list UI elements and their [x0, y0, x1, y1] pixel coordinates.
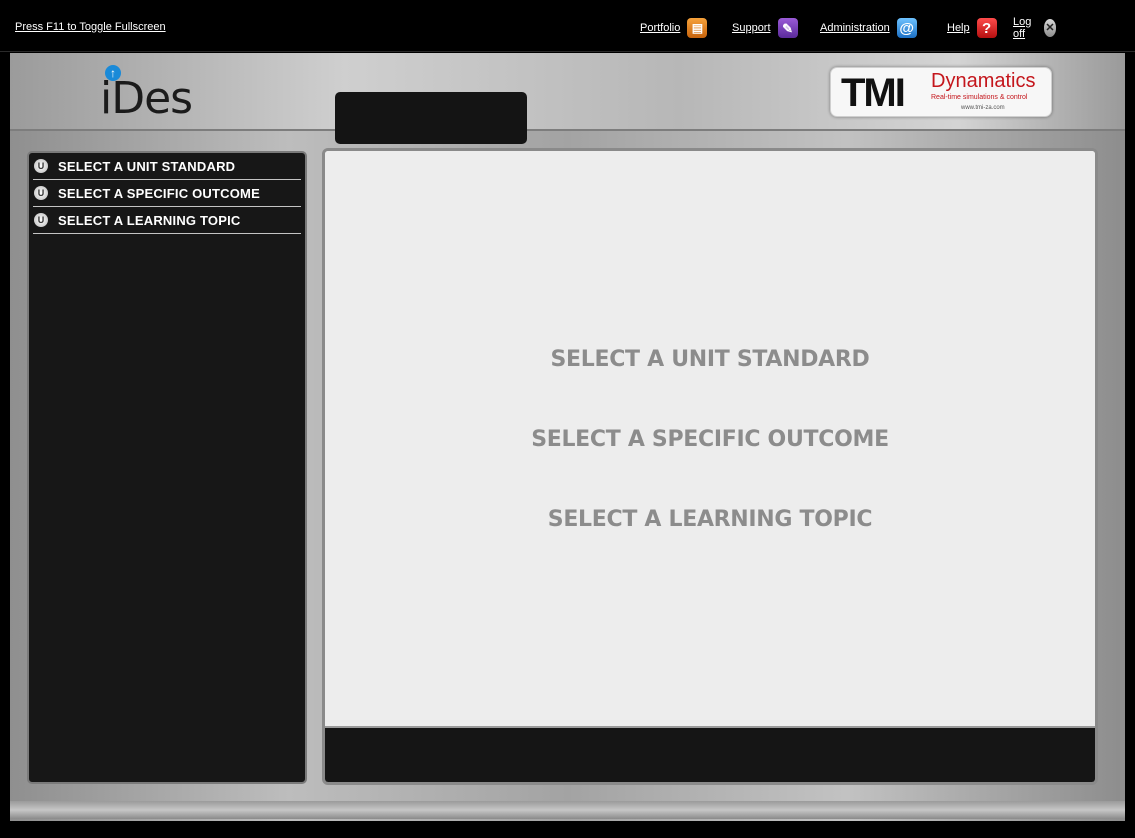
nav-administration-label[interactable]: Administration	[820, 22, 890, 34]
nav-help[interactable]: Help ?	[947, 16, 997, 40]
at-sign-icon[interactable]: @	[896, 18, 917, 38]
sidebar-item-unit-standard[interactable]: U SELECT A UNIT STANDARD	[33, 153, 301, 180]
sidebar-item-label: SELECT A SPECIFIC OUTCOME	[58, 185, 260, 201]
fullscreen-toggle-link[interactable]: Press F11 to Toggle Fullscreen	[15, 21, 166, 33]
menu-bullet-icon: U	[34, 213, 48, 227]
prompt-unit-standard[interactable]: SELECT A UNIT STANDARD	[325, 347, 1095, 372]
selection-sidebar: U SELECT A UNIT STANDARD U SELECT A SPEC…	[27, 151, 307, 784]
portfolio-icon[interactable]: ▤	[687, 18, 708, 38]
ides-logo: iDes ↑	[98, 65, 248, 124]
header-band: iDes ↑ TMI Dynamatics Real-time simulati…	[10, 53, 1125, 131]
main-content-panel: SELECT A UNIT STANDARD SELECT A SPECIFIC…	[322, 148, 1098, 785]
top-bar: Press F11 to Toggle Fullscreen Portfolio…	[0, 0, 1135, 52]
nav-portfolio-label[interactable]: Portfolio	[640, 22, 680, 34]
sidebar-item-learning-topic[interactable]: U SELECT A LEARNING TOPIC	[33, 207, 301, 234]
nav-logoff[interactable]: Log off ✕	[1013, 16, 1057, 40]
sidebar-item-specific-outcome[interactable]: U SELECT A SPECIFIC OUTCOME	[33, 180, 301, 207]
header-tab-placeholder	[335, 92, 527, 144]
tmi-logo-name: Dynamatics	[931, 70, 1036, 92]
sidebar-item-label: SELECT A UNIT STANDARD	[58, 158, 236, 174]
main-footer-bar	[325, 726, 1095, 782]
nav-administration[interactable]: Administration @	[820, 16, 917, 40]
help-icon[interactable]: ?	[976, 18, 997, 38]
app-frame: iDes ↑ TMI Dynamatics Real-time simulati…	[10, 53, 1125, 821]
tmi-logo-mark: TMI	[841, 71, 906, 115]
sidebar-item-label: SELECT A LEARNING TOPIC	[58, 212, 241, 228]
menu-bullet-icon: U	[34, 186, 48, 200]
nav-logoff-label[interactable]: Log off	[1013, 16, 1037, 40]
prompt-learning-topic[interactable]: SELECT A LEARNING TOPIC	[325, 507, 1095, 532]
tmi-dynamatics-logo: TMI Dynamatics Real-time simulations & c…	[830, 67, 1052, 117]
menu-bullet-icon: U	[34, 159, 48, 173]
prompt-specific-outcome[interactable]: SELECT A SPECIFIC OUTCOME	[325, 427, 1095, 452]
bottom-strip	[10, 801, 1125, 819]
logoff-icon[interactable]: ✕	[1043, 19, 1057, 37]
main-content-area: SELECT A UNIT STANDARD SELECT A SPECIFIC…	[325, 151, 1095, 722]
nav-support-label[interactable]: Support	[732, 22, 771, 34]
wrench-icon[interactable]: ✎	[777, 18, 798, 38]
tmi-logo-url: www.tmi-za.com	[961, 105, 1005, 111]
tmi-logo-tagline: Real-time simulations & control	[931, 94, 1028, 101]
nav-support[interactable]: Support ✎	[732, 16, 798, 40]
nav-portfolio[interactable]: Portfolio ▤	[640, 16, 708, 40]
up-arrow-icon: ↑	[105, 65, 121, 81]
nav-help-label[interactable]: Help	[947, 22, 970, 34]
